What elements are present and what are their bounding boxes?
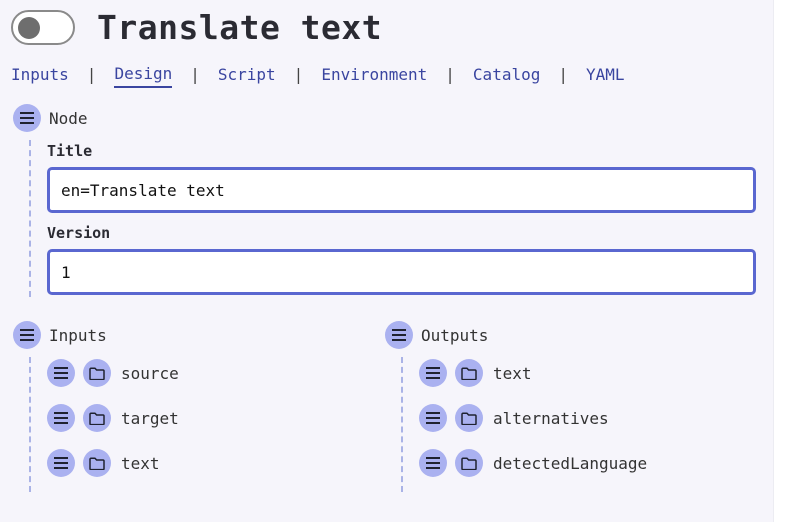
outputs-section-label: Outputs [421,325,489,345]
inputs-section-label: Inputs [49,325,107,345]
item-menu-button[interactable] [419,449,447,477]
folder-icon [89,456,105,470]
item-folder-button[interactable] [455,359,483,387]
page-title: Translate text [97,8,383,47]
page-header: Translate text [11,8,382,47]
node-tree-line [29,140,31,297]
folder-icon [461,456,477,470]
inputs-tree-line [29,357,31,492]
output-name[interactable]: alternatives [493,409,609,428]
tab-inputs[interactable]: Inputs [11,65,69,87]
hamburger-menu-icon [426,412,440,424]
input-name[interactable]: source [121,364,179,383]
title-field[interactable] [47,167,756,213]
outputs-menu-button[interactable] [385,321,413,349]
list-item: text [419,359,532,387]
tab-design[interactable]: Design [114,64,173,88]
item-menu-button[interactable] [47,359,75,387]
hamburger-menu-icon [20,329,34,341]
folder-icon [461,366,477,380]
node-menu-button[interactable] [13,104,41,132]
node-section-header: Node [13,104,88,132]
folder-icon [89,366,105,380]
output-name[interactable]: text [493,364,532,383]
tab-separator: | [558,65,568,84]
item-folder-button[interactable] [83,449,111,477]
outputs-section-header: Outputs [385,321,488,349]
node-section-label: Node [49,108,88,128]
item-menu-button[interactable] [419,359,447,387]
tab-catalog[interactable]: Catalog [473,65,540,87]
list-item: source [47,359,179,387]
item-folder-button[interactable] [455,404,483,432]
version-field[interactable] [47,249,756,295]
input-name[interactable]: target [121,409,179,428]
tab-separator: | [293,65,304,84]
tab-environment[interactable]: Environment [321,65,427,87]
output-name[interactable]: detectedLanguage [493,454,647,473]
enable-toggle[interactable] [11,10,75,45]
outputs-tree-line [401,357,403,492]
input-name[interactable]: text [121,454,160,473]
list-item: detectedLanguage [419,449,647,477]
item-folder-button[interactable] [83,359,111,387]
hamburger-menu-icon [20,112,34,124]
folder-icon [461,411,477,425]
list-item: text [47,449,160,477]
folder-icon [89,411,105,425]
inputs-menu-button[interactable] [13,321,41,349]
item-menu-button[interactable] [47,449,75,477]
tab-script[interactable]: Script [218,65,276,87]
hamburger-menu-icon [426,457,440,469]
item-folder-button[interactable] [83,404,111,432]
version-field-label: Version [47,224,111,242]
list-item: alternatives [419,404,609,432]
tab-separator: | [86,65,97,84]
item-folder-button[interactable] [455,449,483,477]
item-menu-button[interactable] [47,404,75,432]
tab-yaml[interactable]: YAML [586,65,625,87]
tab-separator: | [445,65,455,84]
hamburger-menu-icon [54,457,68,469]
tab-bar: Inputs | Design | Script | Environment |… [11,64,625,88]
item-menu-button[interactable] [419,404,447,432]
hamburger-menu-icon [426,367,440,379]
tab-separator: | [190,65,200,84]
title-field-label: Title [47,142,93,160]
inputs-section-header: Inputs [13,321,107,349]
hamburger-menu-icon [54,412,68,424]
toggle-knob [18,17,40,39]
list-item: target [47,404,179,432]
scrollbar-track[interactable] [773,0,788,522]
hamburger-menu-icon [392,329,406,341]
hamburger-menu-icon [54,367,68,379]
